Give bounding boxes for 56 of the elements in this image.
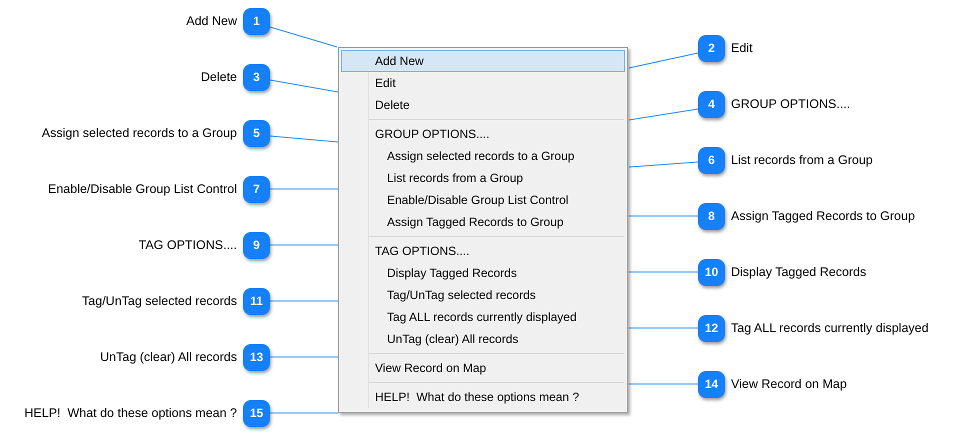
number-badge: 2 bbox=[698, 34, 725, 62]
menu-item[interactable]: Edit bbox=[341, 72, 625, 94]
menu-item[interactable]: View Record on Map bbox=[341, 357, 625, 379]
callout-label: Assign Tagged Records to Group bbox=[731, 209, 915, 223]
number-badge: 11 bbox=[243, 288, 270, 314]
callout-label: Tag ALL records currently displayed bbox=[731, 321, 929, 335]
leader-line bbox=[270, 356, 338, 358]
number-badge: 8 bbox=[698, 202, 725, 230]
number-badge: 13 bbox=[243, 344, 270, 370]
leader-line bbox=[270, 80, 338, 92]
callout-label: Display Tagged Records bbox=[731, 265, 866, 279]
leader-line bbox=[270, 26, 338, 48]
menu-header[interactable]: TAG OPTIONS.... bbox=[341, 240, 625, 262]
number-badge: 4 bbox=[698, 90, 725, 118]
menu-item[interactable]: Delete bbox=[341, 94, 625, 116]
menu-item[interactable]: Assign Tagged Records to Group bbox=[341, 211, 625, 233]
callout-label: Tag/UnTag selected records bbox=[82, 294, 237, 308]
callout-label: View Record on Map bbox=[731, 377, 847, 391]
leader-line bbox=[628, 108, 698, 120]
leader-line bbox=[628, 52, 698, 68]
callout-label: UnTag (clear) All records bbox=[100, 350, 237, 364]
menu-item[interactable]: Tag/UnTag selected records bbox=[341, 284, 625, 306]
number-badge: 3 bbox=[243, 64, 270, 90]
menu-item[interactable]: HELP! What do these options mean ? bbox=[341, 386, 625, 408]
leader-line bbox=[628, 162, 698, 168]
number-badge: 5 bbox=[243, 120, 270, 146]
menu-item[interactable]: Enable/Disable Group List Control bbox=[341, 189, 625, 211]
leader-line bbox=[270, 244, 338, 246]
leader-line bbox=[270, 136, 338, 142]
menu-item[interactable]: UnTag (clear) All records bbox=[341, 328, 625, 350]
leader-line bbox=[270, 300, 338, 302]
number-badge: 6 bbox=[698, 146, 725, 174]
leader-line bbox=[270, 188, 338, 190]
menu-item[interactable]: List records from a Group bbox=[341, 167, 625, 189]
menu-item[interactable]: Display Tagged Records bbox=[341, 262, 625, 284]
callout-label: Delete bbox=[200, 70, 237, 84]
menu-item[interactable]: Add New bbox=[341, 50, 625, 72]
menu-item[interactable]: Assign selected records to a Group bbox=[341, 145, 625, 167]
callout-label: Add New bbox=[186, 14, 237, 28]
number-badge: 15 bbox=[243, 400, 270, 426]
callout-label: Edit bbox=[731, 41, 753, 55]
callout-label: GROUP OPTIONS.... bbox=[731, 97, 850, 111]
menu-header[interactable]: GROUP OPTIONS.... bbox=[341, 123, 625, 145]
number-badge: 7 bbox=[243, 176, 270, 202]
number-badge: 14 bbox=[698, 370, 725, 398]
number-badge: 1 bbox=[243, 8, 270, 34]
menu-item[interactable]: Tag ALL records currently displayed bbox=[341, 306, 625, 328]
number-badge: 10 bbox=[698, 258, 725, 286]
callout-label: Enable/Disable Group List Control bbox=[48, 182, 237, 196]
callout-label: Assign selected records to a Group bbox=[42, 126, 237, 140]
callout-label: TAG OPTIONS.... bbox=[138, 238, 237, 252]
number-badge: 12 bbox=[698, 314, 725, 342]
number-badge: 9 bbox=[243, 232, 270, 258]
callout-label: List records from a Group bbox=[731, 153, 873, 167]
leader-line bbox=[270, 412, 338, 414]
callout-label: HELP! What do these options mean ? bbox=[24, 406, 237, 420]
